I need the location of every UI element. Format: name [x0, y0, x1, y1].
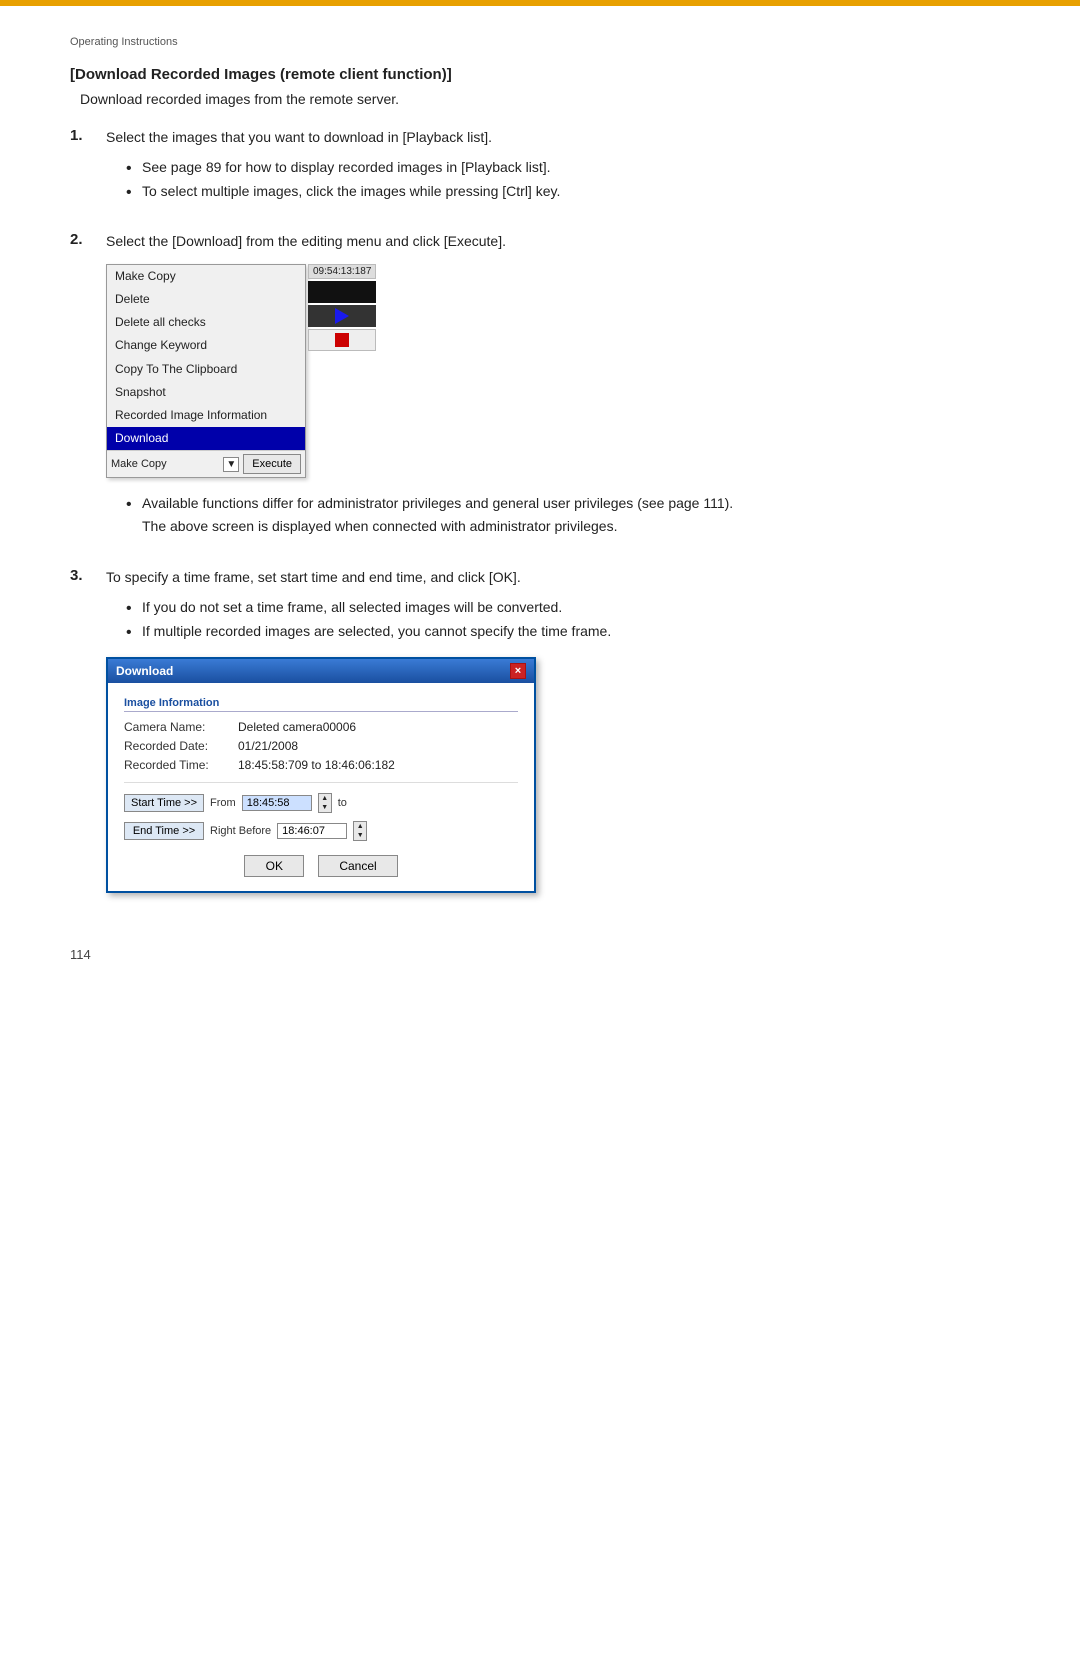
cancel-button[interactable]: Cancel — [318, 855, 397, 877]
recorded-time-row: Recorded Time: 18:45:58:709 to 18:46:06:… — [124, 758, 518, 772]
context-menu-screenshot: Make Copy Delete Delete all checks Chang… — [106, 264, 1010, 479]
menu-item-download: Download — [107, 427, 305, 450]
ok-button[interactable]: OK — [244, 855, 304, 877]
step-3-number: 3. — [70, 567, 106, 584]
end-time-spinner[interactable]: ▲ ▼ — [353, 821, 367, 841]
download-dialog: Download × Image Information Camera Name… — [106, 657, 536, 893]
step-1-bullets: See page 89 for how to display recorded … — [126, 156, 1010, 203]
from-label: From — [210, 797, 236, 809]
camera-name-value: Deleted camera00006 — [238, 720, 356, 734]
step-1-text: Select the images that you want to downl… — [106, 127, 1010, 148]
start-time-spinner[interactable]: ▲ ▼ — [318, 793, 332, 813]
menu-item-makecopy: Make Copy — [107, 265, 305, 288]
step-2: 2. Select the [Download] from the editin… — [70, 231, 1010, 549]
step-2-notes: Available functions differ for administr… — [126, 492, 1010, 537]
step-3: 3. To specify a time frame, set start ti… — [70, 567, 1010, 907]
breadcrumb: Operating Instructions — [70, 36, 1010, 48]
recorded-time-value: 18:45:58:709 to 18:46:06:182 — [238, 758, 395, 772]
step-1-bullet-2: To select multiple images, click the ima… — [126, 180, 1010, 202]
menu-item-snapshot: Snapshot — [107, 381, 305, 404]
section-intro: Download recorded images from the remote… — [80, 91, 1010, 107]
recorded-date-label: Recorded Date: — [124, 739, 234, 753]
menu-item-delete: Delete — [107, 288, 305, 311]
recorded-date-value: 01/21/2008 — [238, 739, 298, 753]
start-time-row: Start Time >> From ▲ ▼ to — [124, 793, 518, 813]
to-label: to — [338, 797, 347, 809]
recorded-date-row: Recorded Date: 01/21/2008 — [124, 739, 518, 753]
end-time-input[interactable] — [277, 823, 347, 839]
step-3-bullet-2: If multiple recorded images are selected… — [126, 620, 1010, 642]
spinner-up-icon[interactable]: ▲ — [319, 794, 331, 803]
step-2-text: Select the [Download] from the editing m… — [106, 231, 1010, 252]
step-3-bullet-1: If you do not set a time frame, all sele… — [126, 596, 1010, 618]
step-3-bullets: If you do not set a time frame, all sele… — [126, 596, 1010, 643]
section-title: [Download Recorded Images (remote client… — [70, 66, 1010, 83]
dialog-title: Download — [116, 664, 173, 678]
end-spinner-down-icon[interactable]: ▼ — [354, 831, 366, 840]
download-dialog-wrapper: Download × Image Information Camera Name… — [106, 657, 1010, 893]
context-menu: Make Copy Delete Delete all checks Chang… — [106, 264, 306, 479]
execute-button[interactable]: Execute — [243, 454, 301, 474]
menu-item-copyclipboard: Copy To The Clipboard — [107, 358, 305, 381]
step-1-bullet-1: See page 89 for how to display recorded … — [126, 156, 1010, 178]
start-time-input[interactable] — [242, 795, 312, 811]
step-2-content: Select the [Download] from the editing m… — [106, 231, 1010, 549]
step-2-number: 2. — [70, 231, 106, 248]
menu-item-changekeyword: Change Keyword — [107, 334, 305, 357]
step-2-note-1: Available functions differ for administr… — [126, 492, 1010, 537]
dialog-close-button[interactable]: × — [510, 663, 526, 679]
play-icon — [335, 308, 349, 324]
menu-item-recordedinfo: Recorded Image Information — [107, 404, 305, 427]
end-spinner-up-icon[interactable]: ▲ — [354, 822, 366, 831]
step-3-content: To specify a time frame, set start time … — [106, 567, 1010, 907]
page-number: 114 — [70, 947, 1010, 962]
step-1: 1. Select the images that you want to do… — [70, 127, 1010, 213]
execute-row: Make Copy ▼ Execute — [107, 450, 305, 477]
start-time-button[interactable]: Start Time >> — [124, 794, 204, 812]
side-timestamp: 09:54:13:187 — [308, 264, 376, 279]
dialog-body: Image Information Camera Name: Deleted c… — [108, 683, 534, 891]
right-before-label: Right Before — [210, 825, 271, 837]
end-time-row: End Time >> Right Before ▲ ▼ — [124, 821, 518, 841]
dropdown-value: Make Copy — [111, 458, 167, 470]
end-time-button[interactable]: End Time >> — [124, 822, 204, 840]
spinner-down-icon[interactable]: ▼ — [319, 803, 331, 812]
dialog-button-row: OK Cancel — [124, 855, 518, 877]
step-3-text: To specify a time frame, set start time … — [106, 567, 1010, 588]
step-1-number: 1. — [70, 127, 106, 144]
camera-name-label: Camera Name: — [124, 720, 234, 734]
recorded-time-label: Recorded Time: — [124, 758, 234, 772]
dialog-titlebar: Download × — [108, 659, 534, 683]
camera-name-row: Camera Name: Deleted camera00006 — [124, 720, 518, 734]
red-square-icon — [335, 333, 349, 347]
dialog-divider — [124, 782, 518, 783]
dialog-section-title: Image Information — [124, 697, 518, 712]
step-1-content: Select the images that you want to downl… — [106, 127, 1010, 213]
menu-item-deleteallchecks: Delete all checks — [107, 311, 305, 334]
